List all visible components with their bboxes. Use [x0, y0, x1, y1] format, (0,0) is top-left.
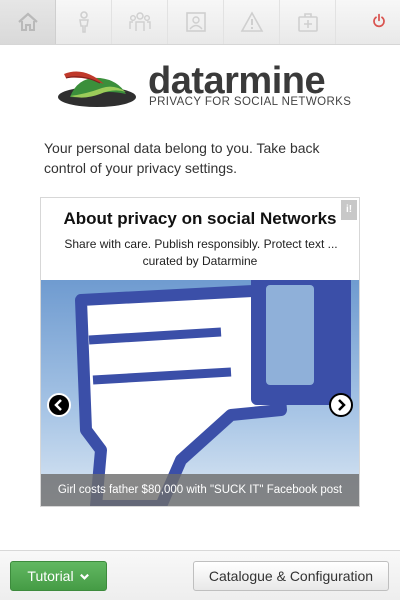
tutorial-button[interactable]: Tutorial [10, 561, 107, 591]
warning-icon [240, 11, 263, 32]
slide-caption[interactable]: Girl costs father $80,000 with "SUCK IT"… [41, 474, 359, 506]
carousel-slide[interactable]: Girl costs father $80,000 with "SUCK IT"… [41, 280, 359, 506]
tutorial-label: Tutorial [27, 568, 74, 584]
tab-medical-kit[interactable] [280, 0, 336, 44]
carousel-next-arrow-icon[interactable] [329, 393, 353, 417]
power-button[interactable] [366, 8, 392, 34]
thumbs-down-image [41, 280, 359, 506]
tab-group[interactable] [112, 0, 168, 44]
card-title[interactable]: About privacy on social Networks [41, 209, 359, 229]
brand-tagline: PRIVACY FOR SOCIAL NETWORKS [149, 96, 352, 108]
intro-text: Your personal data belong to you. Take b… [44, 140, 320, 176]
power-icon [373, 13, 385, 28]
tab-warning[interactable] [224, 0, 280, 44]
medical-kit-icon [297, 13, 318, 32]
card-curated-by[interactable]: curated by Datarmine [41, 254, 359, 268]
carousel-prev-arrow-icon[interactable] [47, 393, 71, 417]
app-window: datarmine PRIVACY FOR SOCIAL NETWORKS Yo… [0, 0, 400, 600]
tab-profile-picture[interactable] [168, 0, 224, 44]
hat-logo-icon [58, 71, 136, 107]
privacy-widget-card: i! About privacy on social Networks Shar… [40, 197, 360, 507]
datarmine-logo: datarmine PRIVACY FOR SOCIAL NETWORKS [56, 60, 351, 120]
tab-home[interactable] [0, 0, 56, 44]
catalogue-label: Catalogue & Configuration [208, 568, 374, 584]
home-icon [17, 12, 38, 31]
tab-person[interactable] [56, 0, 112, 44]
card-subtitle: Share with care. Publish responsibly. Pr… [64, 237, 338, 251]
chevron-down-icon [79, 573, 89, 580]
person-icon [78, 11, 89, 33]
catalogue-configuration-button[interactable]: Catalogue & Configuration [193, 561, 389, 591]
top-toolbar [0, 0, 400, 45]
profile-picture-icon [185, 12, 206, 32]
group-icon [128, 12, 151, 31]
footer-bar: Tutorial Catalogue & Configuration [0, 550, 400, 600]
